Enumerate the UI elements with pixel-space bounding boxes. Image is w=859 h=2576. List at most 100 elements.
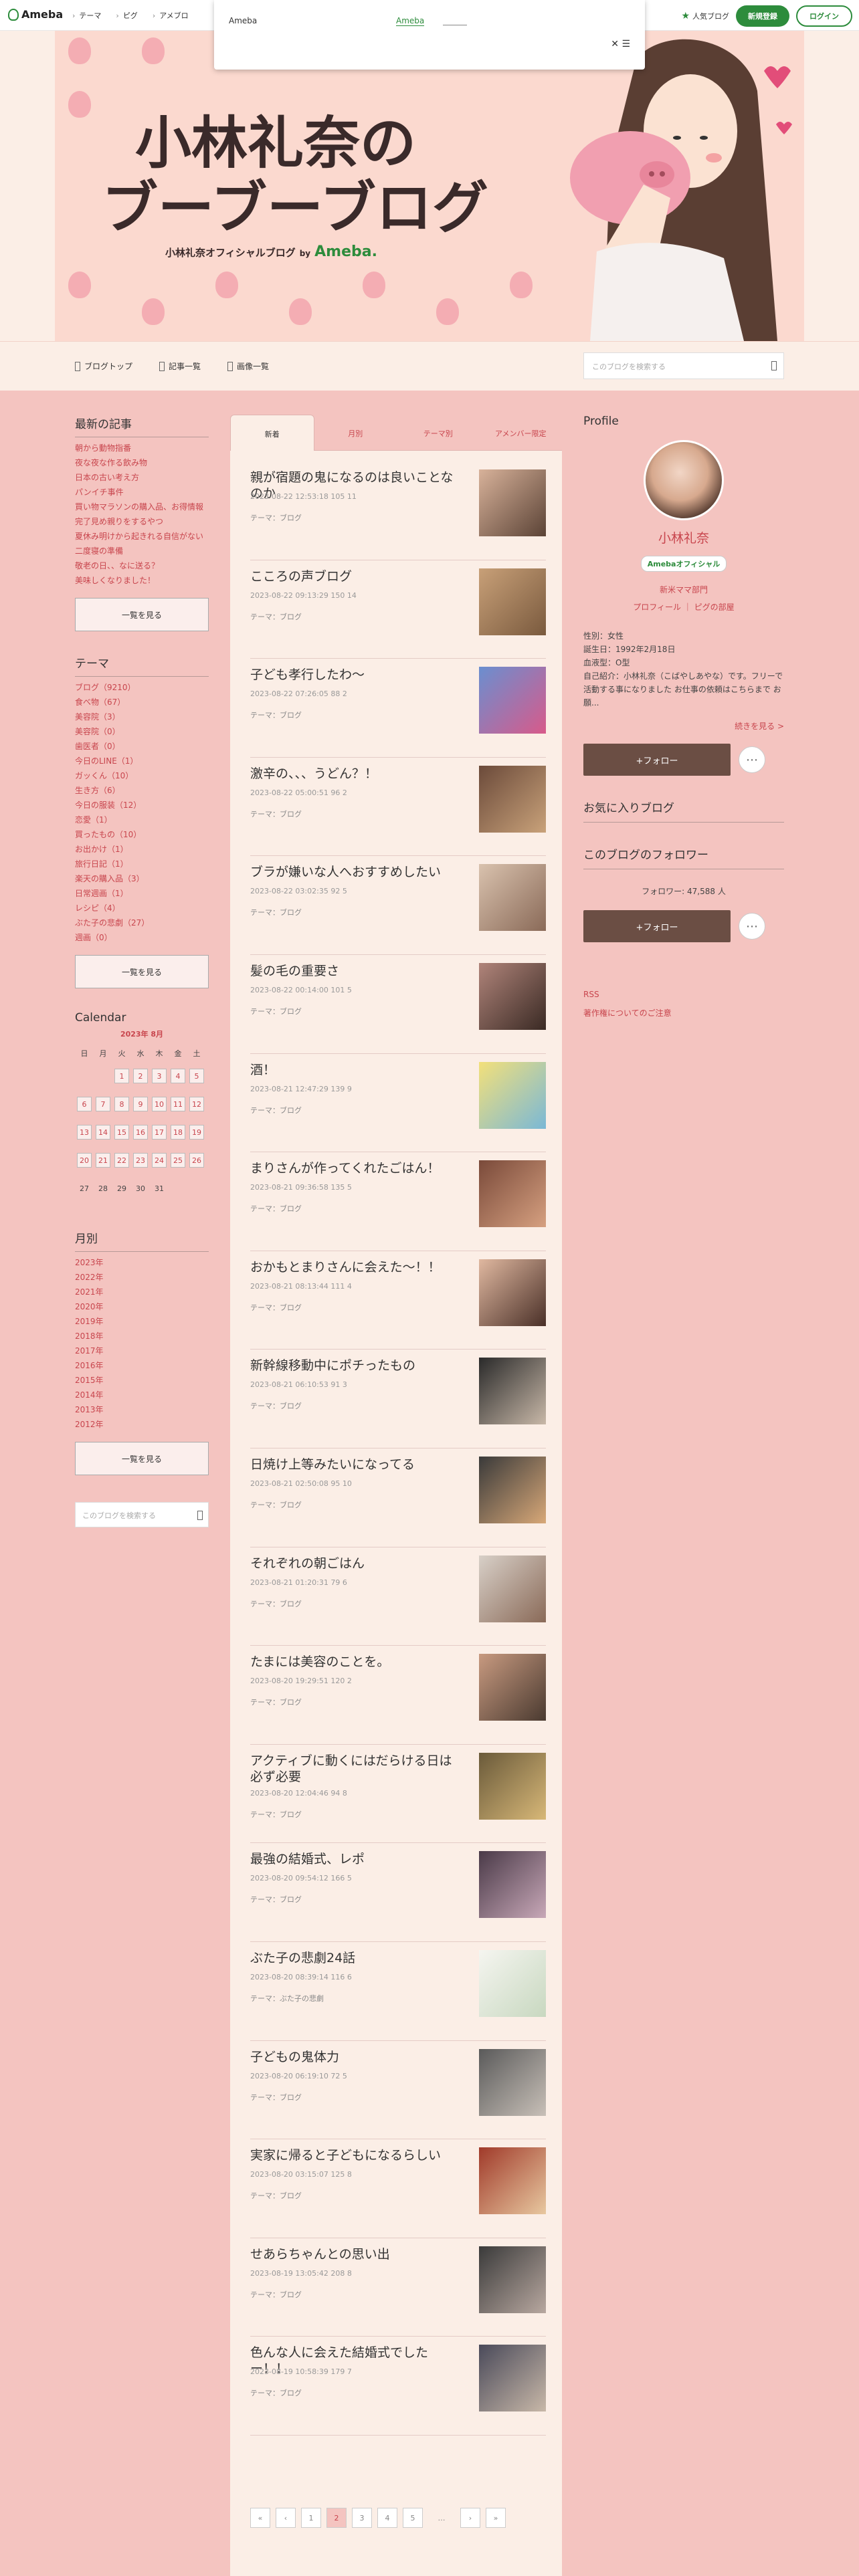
popup-close-icon[interactable]: ✕ ☰: [611, 39, 630, 49]
calendar-day-link[interactable]: 17: [152, 1125, 167, 1140]
recent-article-link[interactable]: 日本の古い考え方: [75, 472, 209, 483]
entry-title[interactable]: 実家に帰ると子どもになるらしい: [250, 2147, 464, 2163]
entry-item[interactable]: 子ども孝行したわ〜 2023-08-22 07:26:05 88 2 テーマ：ブログ: [250, 659, 546, 758]
entry-theme[interactable]: テーマ：ブログ: [250, 1302, 302, 1313]
entry-title[interactable]: 酒！: [250, 1062, 464, 1078]
calendar-day-link[interactable]: 21: [96, 1153, 110, 1168]
nav-article-list[interactable]: 記事一覧: [159, 360, 201, 372]
entry-title[interactable]: ぶた子の悲劇24話: [250, 1950, 464, 1966]
calendar-day-link[interactable]: 23: [133, 1153, 148, 1168]
entry-item[interactable]: 激辛の、、、うどん？！ 2023-08-22 05:00:51 96 2 テーマ：ブ…: [250, 758, 546, 857]
entry-thumbnail[interactable]: [479, 1456, 546, 1523]
tab-new[interactable]: 新着: [230, 415, 314, 451]
calendar-day[interactable]: 25: [169, 1146, 187, 1174]
calendar-day-link[interactable]: 7: [96, 1097, 110, 1111]
calendar-day[interactable]: 2: [131, 1062, 150, 1090]
calendar-day[interactable]: 20: [75, 1146, 94, 1174]
pager-button[interactable]: 1: [301, 2508, 321, 2528]
year-link[interactable]: 2021年: [75, 1287, 209, 1297]
calendar-day-link[interactable]: 20: [77, 1153, 92, 1168]
entry-thumbnail[interactable]: [479, 1949, 546, 2017]
theme-more-button[interactable]: 一覧を見る: [75, 955, 209, 988]
pager-button[interactable]: 2: [326, 2508, 347, 2528]
theme-link[interactable]: 今日の服装（12）: [75, 800, 209, 811]
blog-search-input[interactable]: このブログを検索する: [583, 352, 784, 379]
gnav-pigg[interactable]: ピグ: [116, 10, 138, 21]
entry-theme[interactable]: テーマ：ブログ: [250, 1809, 302, 1820]
calendar-day-link[interactable]: 3: [152, 1069, 167, 1083]
entry-theme[interactable]: テーマ：ブログ: [250, 2387, 302, 2398]
login-button[interactable]: ログイン: [796, 5, 852, 27]
calendar-day-link[interactable]: 12: [189, 1097, 204, 1111]
entry-title[interactable]: アクティブに動くにはだらける日は必ず必要: [250, 1753, 464, 1785]
entry-thumbnail[interactable]: [479, 568, 546, 635]
entry-title[interactable]: 最強の結婚式、レポ: [250, 1851, 464, 1867]
entry-theme[interactable]: テーマ：ブログ: [250, 1697, 302, 1707]
entry-thumbnail[interactable]: [479, 1654, 546, 1721]
entry-item[interactable]: アクティブに動くにはだらける日は必ず必要 2023-08-20 12:04:46 …: [250, 1745, 546, 1844]
search-icon[interactable]: [197, 1511, 203, 1520]
monthly-more-button[interactable]: 一覧を見る: [75, 1442, 209, 1475]
theme-link[interactable]: 美容院（3）: [75, 712, 209, 722]
entry-theme[interactable]: テーマ：ブログ: [250, 710, 302, 720]
theme-link[interactable]: お出かけ（1）: [75, 844, 209, 855]
follow-button[interactable]: +フォロー: [583, 744, 731, 776]
pager-button[interactable]: 3: [352, 2508, 372, 2528]
entry-theme[interactable]: テーマ：ブログ: [250, 611, 302, 622]
calendar-day[interactable]: 17: [150, 1118, 169, 1146]
entry-title[interactable]: たまには美容のことを。: [250, 1654, 464, 1670]
calendar-day-link[interactable]: 15: [114, 1125, 129, 1140]
entry-theme[interactable]: テーマ：ブログ: [250, 907, 302, 918]
entry-thumbnail[interactable]: [479, 962, 546, 1030]
year-link[interactable]: 2020年: [75, 1301, 209, 1312]
entry-item[interactable]: ブラが嫌いな人へおすすめしたい 2023-08-22 03:02:35 92 5 テ…: [250, 856, 546, 955]
tab-monthly[interactable]: 月別: [314, 415, 397, 451]
sidebar-search-input[interactable]: このブログを検索する: [75, 1502, 209, 1527]
recent-article-link[interactable]: 敬老の日、、なに送る？: [75, 560, 209, 571]
rss-link[interactable]: RSS: [583, 985, 784, 1004]
pager-button[interactable]: 4: [377, 2508, 397, 2528]
entry-item[interactable]: それぞれの朝ごはん 2023-08-21 01:20:31 79 6 テーマ：ブログ: [250, 1547, 546, 1646]
calendar-day[interactable]: 18: [169, 1118, 187, 1146]
calendar-day[interactable]: 11: [169, 1090, 187, 1118]
calendar-day[interactable]: 10: [150, 1090, 169, 1118]
entry-item[interactable]: 実家に帰ると子どもになるらしい 2023-08-20 03:15:07 125 8…: [250, 2139, 546, 2238]
entry-title[interactable]: せあらちゃんとの思い出: [250, 2246, 464, 2262]
calendar-day[interactable]: 23: [131, 1146, 150, 1174]
gnav-theme[interactable]: テーマ: [72, 10, 101, 21]
popup-input[interactable]: [443, 16, 467, 25]
entry-item[interactable]: 髪の毛の重要さ 2023-08-22 00:14:00 101 5 テーマ：ブログ: [250, 955, 546, 1054]
calendar-day[interactable]: 19: [187, 1118, 206, 1146]
calendar-day[interactable]: 26: [187, 1146, 206, 1174]
calendar-day[interactable]: 7: [94, 1090, 112, 1118]
profile-read-more-link[interactable]: 続きを見る >: [583, 720, 784, 732]
entry-thumbnail[interactable]: [479, 1752, 546, 1820]
entry-thumbnail[interactable]: [479, 864, 546, 932]
entry-theme[interactable]: テーマ：ブログ: [250, 1105, 302, 1115]
entry-item[interactable]: ぶた子の悲劇24話 2023-08-20 08:39:14 116 6 テーマ：ぶた…: [250, 1942, 546, 2041]
entry-item[interactable]: 子どもの鬼体力 2023-08-20 06:19:10 72 5 テーマ：ブログ: [250, 2041, 546, 2140]
theme-link[interactable]: 食べ物（67）: [75, 697, 209, 708]
entry-title[interactable]: ブラが嫌いな人へおすすめしたい: [250, 864, 464, 880]
pager-button[interactable]: 5: [403, 2508, 423, 2528]
year-link[interactable]: 2013年: [75, 1404, 209, 1415]
avatar[interactable]: [644, 440, 724, 520]
recent-more-button[interactable]: 一覧を見る: [75, 598, 209, 631]
entry-title[interactable]: 日焼け上等みたいになってる: [250, 1457, 464, 1473]
entry-title[interactable]: まりさんが作ってくれたごはん！: [250, 1160, 464, 1176]
entry-theme[interactable]: テーマ：ブログ: [250, 1894, 302, 1905]
calendar-day[interactable]: 24: [150, 1146, 169, 1174]
entry-theme[interactable]: テーマ：ブログ: [250, 2289, 302, 2300]
theme-link[interactable]: 旅行日記（1）: [75, 859, 209, 869]
entry-title[interactable]: 髪の毛の重要さ: [250, 963, 464, 979]
entry-title[interactable]: それぞれの朝ごはん: [250, 1555, 464, 1572]
entry-item[interactable]: 親が宿題の鬼になるのは良いことなのか 2023-08-22 12:53:18 10…: [250, 461, 546, 560]
ameba-logo[interactable]: Ameba: [8, 8, 63, 21]
recent-article-link[interactable]: 完了見め親りをするやつ: [75, 516, 209, 527]
calendar-day-link[interactable]: 16: [133, 1125, 148, 1140]
calendar-day[interactable]: 1: [112, 1062, 131, 1090]
entry-theme[interactable]: テーマ：ブログ: [250, 1006, 302, 1016]
theme-link[interactable]: 日常週画（1）: [75, 888, 209, 899]
entry-theme[interactable]: テーマ：ブログ: [250, 2190, 302, 2201]
year-link[interactable]: 2014年: [75, 1390, 209, 1400]
